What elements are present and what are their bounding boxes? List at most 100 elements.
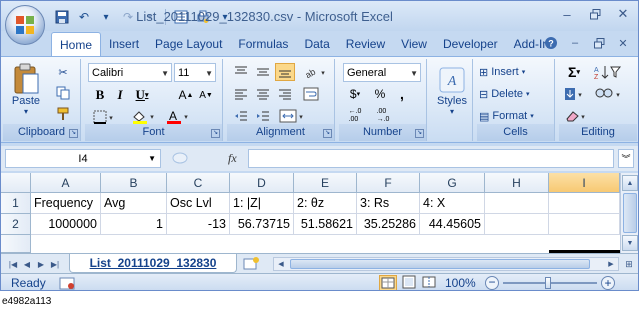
row-header[interactable]: 2 — [1, 214, 31, 235]
tab-insert[interactable]: Insert — [101, 32, 147, 56]
restore-icon[interactable] — [586, 5, 604, 23]
paste-button[interactable]: Paste ▾ — [7, 61, 45, 117]
name-box[interactable]: I4 ▼ — [5, 149, 161, 168]
bold-icon[interactable]: B — [91, 86, 109, 104]
italic-icon[interactable]: I — [111, 86, 129, 104]
zoom-slider-thumb[interactable] — [545, 277, 551, 289]
cell-e2[interactable]: 51.58621 — [294, 214, 357, 235]
align-right-icon[interactable] — [275, 85, 295, 103]
insert-worksheet-icon[interactable] — [241, 256, 263, 271]
tab-home[interactable]: Home — [51, 32, 102, 56]
column-header[interactable]: C — [167, 173, 230, 193]
comma-button[interactable]: , — [393, 85, 411, 103]
copy-icon[interactable] — [53, 84, 73, 102]
cell-g1[interactable]: 4: X — [420, 193, 485, 214]
font-size-combo[interactable]: 11 ▼ — [174, 63, 216, 82]
cell-a2[interactable]: 1000000 — [31, 214, 101, 235]
column-header[interactable]: F — [357, 173, 420, 193]
styles-button[interactable]: A Styles ▾ — [433, 63, 471, 119]
cell-b1[interactable]: Avg — [101, 193, 167, 214]
next-sheet-icon[interactable]: ▶ — [35, 257, 47, 271]
scroll-down-icon[interactable]: ▼ — [622, 235, 638, 251]
column-header[interactable]: B — [101, 173, 167, 193]
cell-a1[interactable]: Frequency — [31, 193, 101, 214]
ribbon-restore-icon[interactable] — [590, 34, 608, 52]
scroll-left-icon[interactable]: ◀ — [274, 258, 288, 270]
split-box-icon[interactable]: ⊞ — [621, 256, 637, 272]
align-top-icon[interactable] — [231, 63, 251, 81]
row-header[interactable]: 1 — [1, 193, 31, 214]
format-painter-icon[interactable] — [53, 105, 73, 123]
minimize-icon[interactable]: – — [558, 5, 576, 23]
tab-view[interactable]: View — [393, 32, 435, 56]
font-name-combo[interactable]: Calibri ▼ — [88, 63, 172, 82]
format-cells-button[interactable]: ▤ Format ▾ — [479, 107, 553, 125]
cell-d2[interactable]: 56.73715 — [230, 214, 294, 235]
cell-c2[interactable]: -13 — [167, 214, 230, 235]
tab-developer[interactable]: Developer — [435, 32, 506, 56]
wrap-text-icon[interactable] — [301, 85, 329, 103]
cell-d1[interactable]: 1: |Z| — [230, 193, 294, 214]
zoom-in-icon[interactable]: + — [601, 276, 615, 290]
delete-cells-button[interactable]: ⊟ Delete ▾ — [479, 85, 553, 103]
tab-formulas[interactable]: Formulas — [230, 32, 296, 56]
tab-review[interactable]: Review — [338, 32, 393, 56]
cell-f1[interactable]: 3: Rs — [357, 193, 420, 214]
clipboard-launcher-icon[interactable]: ↘ — [69, 129, 78, 138]
alignment-launcher-icon[interactable]: ↘ — [323, 129, 332, 138]
insert-function-button[interactable]: fx — [228, 151, 237, 166]
cut-icon[interactable]: ✂ — [53, 63, 73, 81]
font-launcher-icon[interactable]: ↘ — [211, 129, 220, 138]
column-header[interactable]: G — [420, 173, 485, 193]
grow-font-icon[interactable]: A ▲ — [177, 86, 195, 104]
normal-view-icon[interactable] — [379, 275, 397, 290]
cell-c1[interactable]: Osc Lvl — [167, 193, 230, 214]
column-header[interactable]: E — [294, 173, 357, 193]
shrink-font-icon[interactable]: A ▼ — [197, 86, 215, 104]
cell-g2[interactable]: 44.45605 — [420, 214, 485, 235]
fill-icon[interactable]: ▾ — [563, 85, 585, 103]
select-all-corner[interactable] — [1, 173, 31, 193]
cell-e1[interactable]: 2: θz — [294, 193, 357, 214]
scroll-up-icon[interactable]: ▲ — [622, 175, 638, 191]
ribbon-minimize-icon[interactable]: – — [566, 34, 584, 52]
workbook-close-icon[interactable]: ✕ — [614, 34, 632, 52]
align-middle-icon[interactable] — [253, 63, 273, 81]
help-icon[interactable]: ? — [542, 34, 560, 52]
cell-h2[interactable] — [485, 214, 549, 235]
merge-center-icon[interactable]: ▾ — [277, 107, 307, 125]
decrease-decimal-icon[interactable]: .00 →.0 — [371, 107, 395, 125]
last-sheet-icon[interactable]: ▶| — [49, 257, 61, 271]
orientation-icon[interactable]: ab ▾ — [301, 63, 329, 81]
percent-button[interactable]: % — [371, 85, 389, 103]
macro-record-icon[interactable] — [59, 277, 75, 290]
find-select-icon[interactable]: ▾ — [591, 85, 625, 103]
align-center-icon[interactable] — [253, 85, 273, 103]
underline-icon[interactable]: U ▾ — [131, 86, 153, 104]
decrease-indent-icon[interactable] — [231, 107, 251, 125]
tab-data[interactable]: Data — [296, 32, 337, 56]
number-format-combo[interactable]: General ▼ — [343, 63, 421, 82]
page-layout-view-icon[interactable] — [401, 275, 419, 290]
horizontal-scrollbar[interactable]: ◀ ▶ — [273, 257, 619, 271]
cell-f2[interactable]: 35.25286 — [357, 214, 420, 235]
autosum-icon[interactable]: Σ ▾ — [563, 63, 585, 81]
row-header-partial[interactable] — [1, 235, 31, 253]
page-break-preview-icon[interactable] — [421, 275, 439, 290]
align-left-icon[interactable] — [231, 85, 251, 103]
increase-decimal-icon[interactable]: ←.0.00 — [343, 107, 367, 125]
tab-page-layout[interactable]: Page Layout — [147, 32, 230, 56]
scroll-right-icon[interactable]: ▶ — [604, 258, 618, 270]
column-header[interactable]: A — [31, 173, 101, 193]
formula-input[interactable] — [248, 149, 614, 168]
align-bottom-icon[interactable] — [275, 63, 295, 81]
horizontal-scroll-thumb[interactable] — [290, 259, 590, 269]
cell-h1[interactable] — [485, 193, 549, 214]
cell-i2[interactable] — [549, 214, 620, 235]
expand-formula-bar-icon[interactable]: ︾ — [618, 149, 634, 168]
vertical-scroll-thumb[interactable] — [623, 193, 637, 233]
office-button[interactable] — [5, 5, 45, 45]
number-launcher-icon[interactable]: ↘ — [415, 129, 424, 138]
first-sheet-icon[interactable]: |◀ — [7, 257, 19, 271]
sort-filter-icon[interactable]: AZ — [591, 63, 625, 81]
